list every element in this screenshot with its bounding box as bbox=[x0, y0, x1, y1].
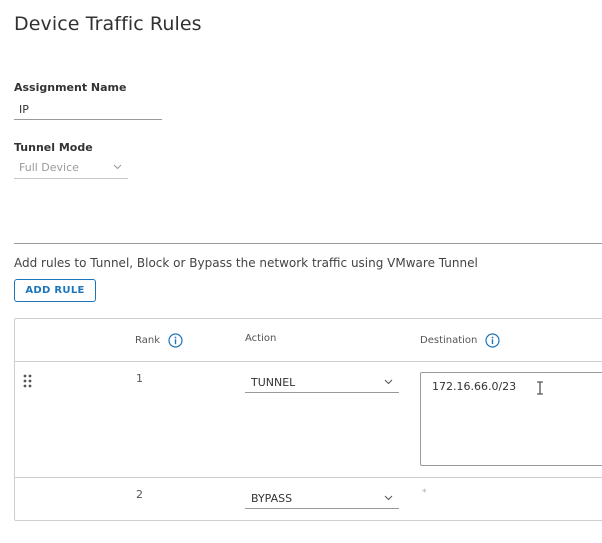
chevron-down-icon bbox=[384, 379, 393, 385]
action-select[interactable]: BYPASS bbox=[245, 492, 399, 509]
info-icon[interactable] bbox=[485, 333, 500, 348]
chevron-down-icon bbox=[384, 495, 393, 501]
section-divider bbox=[14, 243, 602, 244]
action-select-value: TUNNEL bbox=[251, 376, 296, 389]
action-select[interactable]: TUNNEL bbox=[245, 376, 399, 393]
table-row: 2 BYPASS * bbox=[15, 478, 602, 521]
column-header-destination: Destination bbox=[420, 333, 500, 348]
page-title: Device Traffic Rules bbox=[14, 13, 202, 35]
info-icon[interactable] bbox=[168, 333, 183, 348]
tunnel-mode-label: Tunnel Mode bbox=[14, 141, 93, 154]
row-rank: 1 bbox=[136, 372, 143, 385]
rules-help-text: Add rules to Tunnel, Block or Bypass the… bbox=[14, 256, 478, 270]
destination-value: 172.16.66.0/23 bbox=[432, 380, 517, 393]
column-header-action: Action bbox=[245, 333, 276, 344]
column-header-destination-label: Destination bbox=[420, 335, 478, 346]
table-header: Rank Action Destination bbox=[15, 319, 602, 362]
row-rank: 2 bbox=[136, 488, 143, 501]
column-header-rank-label: Rank bbox=[135, 335, 160, 346]
add-rule-button[interactable]: ADD RULE bbox=[14, 279, 96, 302]
rules-table: Rank Action Destination 1 TUNNEL 172.16.… bbox=[14, 318, 602, 521]
assignment-name-label: Assignment Name bbox=[14, 81, 127, 94]
destination-textarea[interactable]: 172.16.66.0/23 bbox=[420, 372, 602, 466]
tunnel-mode-value: Full Device bbox=[19, 161, 79, 174]
destination-value: * bbox=[422, 488, 427, 498]
column-header-action-label: Action bbox=[245, 333, 277, 344]
text-cursor-icon bbox=[536, 381, 544, 398]
assignment-name-input[interactable] bbox=[14, 101, 162, 120]
action-select-value: BYPASS bbox=[251, 492, 293, 505]
tunnel-mode-select[interactable]: Full Device bbox=[14, 161, 128, 179]
drag-handle-icon[interactable] bbox=[23, 373, 32, 392]
chevron-down-icon bbox=[113, 164, 122, 170]
column-header-rank: Rank bbox=[135, 333, 183, 348]
table-row: 1 TUNNEL 172.16.66.0/23 bbox=[15, 362, 602, 478]
